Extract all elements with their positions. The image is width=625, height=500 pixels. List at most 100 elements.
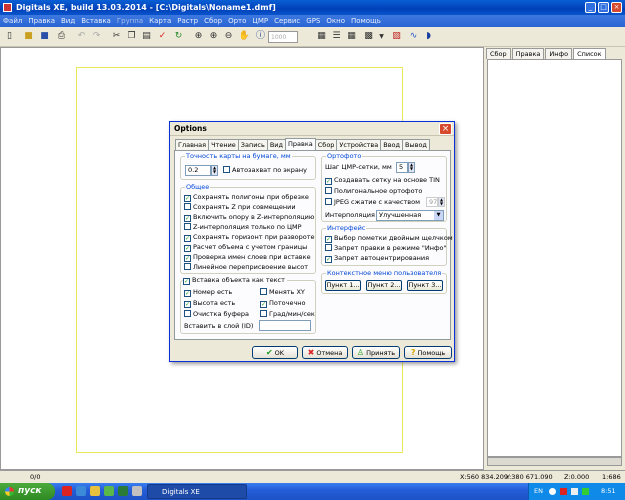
tab-collect[interactable]: Сбор <box>486 48 511 59</box>
menu-ortho[interactable]: Орто <box>225 15 249 27</box>
insert-option[interactable]: Очистка буфера <box>184 310 249 319</box>
explorer-icon[interactable] <box>76 486 86 496</box>
general-option[interactable]: Z-интерполяция только по ЦМР <box>184 223 302 232</box>
jpeg-quality-input[interactable]: 97 <box>426 197 438 207</box>
tab-read[interactable]: Чтение <box>208 139 239 150</box>
tab-info[interactable]: Инфо <box>545 48 573 59</box>
insert-option[interactable]: ✓ Высота есть <box>184 299 235 308</box>
cut-icon[interactable]: ✂ <box>110 30 123 43</box>
taskbar-app-button[interactable]: Digitals XE <box>147 484 247 499</box>
cancel-button[interactable]: ✖ Отмена <box>302 346 348 359</box>
grid-icon[interactable]: ▦ <box>345 30 358 43</box>
copy-icon[interactable]: ❐ <box>125 30 138 43</box>
tab-main[interactable]: Главная <box>175 139 210 150</box>
interpolation-select[interactable]: Улучшенная ▼ <box>376 210 444 221</box>
refresh-icon[interactable]: ↻ <box>172 30 185 43</box>
chat-icon[interactable] <box>104 486 114 496</box>
grid-step-input[interactable]: 5 <box>396 162 408 173</box>
app-quicklaunch-icon[interactable] <box>118 486 128 496</box>
jpeg-quality-spinner[interactable]: ▲ ▼ <box>438 197 445 207</box>
interface-option[interactable]: Запрет правки в режиме "Инфо" <box>325 244 446 253</box>
grid-step-spinner[interactable]: ▲ ▼ <box>408 162 415 173</box>
menu-edit[interactable]: Правка <box>25 15 58 27</box>
print-icon[interactable]: ⎙ <box>55 30 68 43</box>
tab-edit[interactable]: Правка <box>511 48 545 59</box>
window-title-bar[interactable]: Digitals XE, build 13.03.2014 - [C:\Digi… <box>0 0 625 15</box>
insert-text-toggle[interactable]: ✓ Вставка объекта как текст <box>183 276 287 285</box>
help-button[interactable]: ? Помощь <box>404 346 452 359</box>
ortho-option[interactable]: JPEG сжатие с качеством <box>325 198 420 207</box>
opera-icon[interactable] <box>62 486 72 496</box>
ok-button[interactable]: ✔ OK <box>252 346 298 359</box>
start-button[interactable]: пуск <box>0 483 55 500</box>
interface-option[interactable]: ✓ Запрет автоцентрирования <box>325 254 429 263</box>
check-icon[interactable]: ✓ <box>156 30 169 43</box>
general-option[interactable]: ✓ Проверка имен слоев при вставке <box>184 253 311 262</box>
accuracy-spinner[interactable]: ▲ ▼ <box>211 165 218 176</box>
redo-icon[interactable]: ↷ <box>90 30 103 43</box>
show-desktop-icon[interactable] <box>132 486 142 496</box>
tab-write[interactable]: Запись <box>237 139 268 150</box>
tab-edit-options[interactable]: Правка <box>285 138 316 150</box>
pan-icon[interactable]: ✋ <box>238 30 251 43</box>
menu-raster[interactable]: Растр <box>174 15 201 27</box>
general-option[interactable]: Сохранять Z при совмещении <box>184 203 296 212</box>
insert-option[interactable]: Менять XY <box>260 288 305 297</box>
open-folder-icon[interactable]: ■ <box>22 30 35 43</box>
tab-output[interactable]: Вывод <box>402 139 430 150</box>
tab-input[interactable]: Ввод <box>380 139 404 150</box>
item-2-button[interactable]: Пункт 2... <box>366 280 402 291</box>
menu-group[interactable]: Группа <box>114 15 146 27</box>
menu-dtm[interactable]: ЦМР <box>249 15 271 27</box>
menu-window[interactable]: Окно <box>323 15 348 27</box>
map-icon[interactable]: ▧ <box>390 30 403 43</box>
network-icon[interactable] <box>582 488 589 495</box>
zoom-in-icon[interactable]: ⊕ <box>207 30 220 43</box>
zoom-field[interactable]: 1000 <box>268 31 298 43</box>
tab-view[interactable]: Вид <box>266 139 287 150</box>
tray-icon[interactable] <box>549 488 556 495</box>
apply-button[interactable]: ♙ Принять <box>352 346 400 359</box>
interface-option[interactable]: ✓ Выбор пометки двойным щелчком <box>325 234 453 243</box>
layer-id-input[interactable] <box>259 320 311 331</box>
ortho-option[interactable]: ✓ Создавать сетку на основе TIN <box>325 176 440 185</box>
general-option[interactable]: ✓ Сохранять полигоны при обрезке <box>184 193 309 202</box>
tray-icon[interactable] <box>560 488 567 495</box>
general-option[interactable]: Линейное переприсвоение высот <box>184 263 308 272</box>
maximize-button[interactable]: □ <box>598 2 609 13</box>
layers-icon[interactable]: ▩ <box>362 30 375 43</box>
folder-icon[interactable] <box>90 486 100 496</box>
paste-icon[interactable]: ▤ <box>140 30 153 43</box>
tab-collect-options[interactable]: Сбор <box>314 139 338 150</box>
curve-icon[interactable]: ∿ <box>407 30 420 43</box>
undo-icon[interactable]: ↶ <box>75 30 88 43</box>
menu-view[interactable]: Вид <box>58 15 78 27</box>
minimize-button[interactable]: _ <box>585 2 596 13</box>
insert-option[interactable]: ✓ Поточечно <box>260 299 306 308</box>
general-option[interactable]: ✓ Расчет объема с учетом границы <box>184 243 307 252</box>
volume-icon[interactable] <box>571 488 578 495</box>
line-icon[interactable]: ◗ <box>422 30 435 43</box>
item-1-button[interactable]: Пункт 1... <box>325 280 361 291</box>
clock[interactable]: 8:51 <box>601 483 616 500</box>
language-indicator[interactable]: EN <box>534 483 543 500</box>
general-option[interactable]: ✓ Включить опору в Z-интерполяцию <box>184 213 314 222</box>
accuracy-input[interactable]: 0.2 <box>185 165 211 176</box>
menu-collect[interactable]: Сбор <box>201 15 225 27</box>
menu-map[interactable]: Карта <box>146 15 174 27</box>
dialog-close-button[interactable]: × <box>439 123 452 135</box>
close-button[interactable]: × <box>611 2 622 13</box>
menu-help[interactable]: Помощь <box>348 15 384 27</box>
insert-option[interactable]: ✓ Номер есть <box>184 288 232 297</box>
zoom-out-icon[interactable]: ⊖ <box>222 30 235 43</box>
new-file-icon[interactable]: ▯ <box>3 30 16 43</box>
menu-service[interactable]: Сервис <box>271 15 303 27</box>
item-3-button[interactable]: Пункт 3... <box>407 280 443 291</box>
general-option[interactable]: ✓ Сохранять горизонт при развороте <box>184 233 315 242</box>
horizontal-scrollbar[interactable] <box>487 457 622 466</box>
zoom-select-icon[interactable]: ⊕ <box>192 30 205 43</box>
ortho-option[interactable]: Полигональное ортофото <box>325 187 422 196</box>
table-icon[interactable]: ▦ <box>315 30 328 43</box>
save-icon[interactable]: ■ <box>38 30 51 43</box>
insert-option[interactable]: Град/мин/сек <box>260 310 315 319</box>
